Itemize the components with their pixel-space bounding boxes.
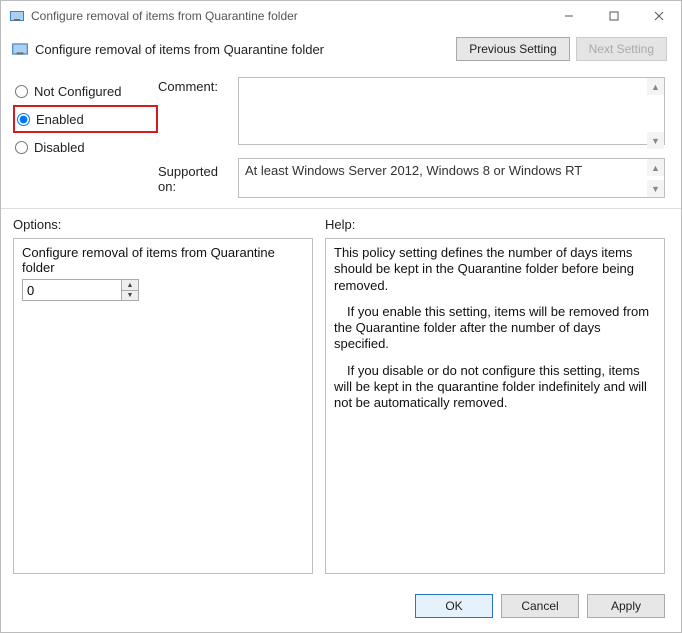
options-panel: Configure removal of items from Quaranti…: [13, 238, 313, 574]
previous-setting-button[interactable]: Previous Setting: [456, 37, 569, 61]
ok-button[interactable]: OK: [415, 594, 493, 618]
quarantine-days-input[interactable]: [22, 279, 122, 301]
option-item-label: Configure removal of items from Quaranti…: [22, 245, 304, 275]
radio-label: Enabled: [36, 112, 84, 127]
radio-disabled-input[interactable]: [15, 141, 28, 154]
supported-on-value: At least Windows Server 2012, Windows 8 …: [245, 163, 582, 178]
minimize-button[interactable]: [546, 1, 591, 31]
quarantine-days-spinner[interactable]: ▲ ▼: [22, 279, 304, 301]
configuration-section: Not Configured Enabled Disabled Comment:…: [1, 69, 681, 209]
radio-enabled[interactable]: Enabled: [13, 105, 158, 133]
body-section: Options: Configure removal of items from…: [1, 209, 681, 582]
state-radio-group: Not Configured Enabled Disabled: [13, 73, 158, 198]
spinner-down-button[interactable]: ▼: [122, 290, 138, 300]
help-paragraph: This policy setting defines the number o…: [334, 245, 656, 294]
help-paragraph: If you disable or do not configure this …: [334, 363, 656, 412]
chevron-down-icon[interactable]: ▼: [647, 132, 664, 149]
radio-label: Not Configured: [34, 84, 121, 99]
spinner-up-button[interactable]: ▲: [122, 280, 138, 290]
help-paragraph: If you enable this setting, items will b…: [334, 304, 656, 353]
comment-textarea[interactable]: [238, 77, 665, 145]
help-panel: This policy setting defines the number o…: [325, 238, 665, 574]
supported-on-field: At least Windows Server 2012, Windows 8 …: [238, 158, 665, 198]
apply-button[interactable]: Apply: [587, 594, 665, 618]
policy-dialog: Configure removal of items from Quaranti…: [0, 0, 682, 633]
policy-icon: [11, 40, 29, 58]
comment-label: Comment:: [158, 79, 238, 94]
radio-enabled-input[interactable]: [17, 113, 30, 126]
scrollbar[interactable]: ▲ ▼: [647, 78, 664, 149]
options-label: Options:: [13, 217, 313, 232]
options-column: Options: Configure removal of items from…: [13, 217, 313, 574]
chevron-down-icon[interactable]: ▼: [647, 180, 664, 197]
footer-buttons: OK Cancel Apply: [1, 582, 681, 632]
radio-label: Disabled: [34, 140, 85, 155]
next-setting-button[interactable]: Next Setting: [576, 37, 667, 61]
scrollbar[interactable]: ▲ ▼: [647, 159, 664, 197]
help-label: Help:: [325, 217, 665, 232]
cancel-button[interactable]: Cancel: [501, 594, 579, 618]
window-controls: [546, 1, 681, 31]
help-column: Help: This policy setting defines the nu…: [325, 217, 665, 574]
window-title: Configure removal of items from Quaranti…: [31, 9, 546, 23]
supported-on-label: Supported on:: [158, 164, 238, 194]
radio-disabled[interactable]: Disabled: [13, 133, 158, 161]
policy-icon: [9, 8, 25, 24]
maximize-button[interactable]: [591, 1, 636, 31]
header-row: Configure removal of items from Quaranti…: [1, 31, 681, 69]
chevron-up-icon[interactable]: ▲: [647, 78, 664, 95]
chevron-up-icon[interactable]: ▲: [647, 159, 664, 176]
radio-not-configured[interactable]: Not Configured: [13, 77, 158, 105]
titlebar: Configure removal of items from Quaranti…: [1, 1, 681, 31]
header-title: Configure removal of items from Quaranti…: [35, 42, 456, 57]
radio-not-configured-input[interactable]: [15, 85, 28, 98]
close-button[interactable]: [636, 1, 681, 31]
